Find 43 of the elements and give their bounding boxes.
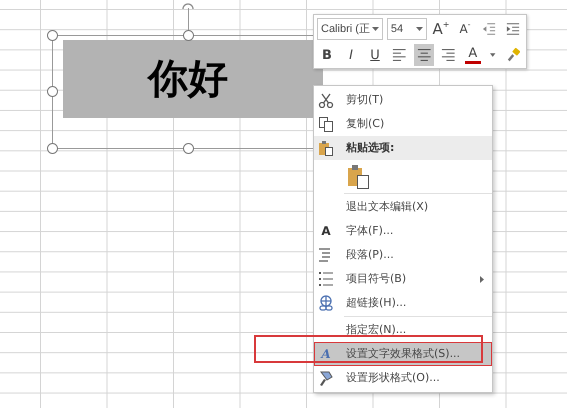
menu-item[interactable]: A 字体(F)... bbox=[314, 219, 492, 243]
resize-handle[interactable] bbox=[47, 143, 58, 154]
indent-icon bbox=[506, 21, 520, 37]
font-icon: A bbox=[321, 222, 331, 240]
dropdown-icon bbox=[490, 53, 496, 57]
grow-font-button[interactable]: A$^{+}$ bbox=[431, 18, 451, 40]
shrink-font-button[interactable]: A$^{-}$ bbox=[455, 18, 475, 40]
dropdown-icon bbox=[372, 27, 379, 31]
font-size-field[interactable]: 54 bbox=[386, 18, 427, 40]
text-shape[interactable]: 你好 bbox=[63, 40, 323, 118]
globe-link-icon bbox=[318, 295, 334, 311]
resize-handle[interactable] bbox=[47, 86, 58, 97]
underline-button[interactable]: U bbox=[365, 44, 385, 66]
menu-item[interactable]: A 设置文字效果格式(S)... bbox=[314, 342, 492, 366]
paintbrush-icon bbox=[506, 47, 520, 63]
paintbrush-icon bbox=[318, 370, 334, 386]
font-name-field[interactable]: Calibri (正 bbox=[317, 18, 383, 40]
menu-item[interactable]: 退出文本编辑(X) bbox=[314, 195, 492, 219]
menu-item[interactable]: 设置形状格式(O)... bbox=[314, 366, 492, 390]
menu-item[interactable]: 段落(P)... bbox=[314, 243, 492, 267]
shape-text: 你好 bbox=[148, 59, 228, 99]
menu-item[interactable]: 项目符号(B) bbox=[314, 267, 492, 291]
resize-handle[interactable] bbox=[183, 143, 194, 154]
align-icon bbox=[441, 47, 456, 63]
italic-button[interactable]: I bbox=[341, 44, 361, 66]
align-icon bbox=[392, 47, 407, 63]
indent-icon bbox=[482, 21, 496, 37]
dropdown-icon bbox=[416, 27, 423, 31]
menu-item[interactable]: 指定宏(N)... bbox=[314, 318, 492, 342]
menu-item[interactable]: 超链接(H)... bbox=[314, 291, 492, 315]
align-button[interactable] bbox=[414, 44, 434, 66]
resize-handle[interactable] bbox=[183, 30, 194, 41]
font-color-button[interactable]: A bbox=[462, 44, 484, 66]
bullet-list-icon bbox=[318, 271, 334, 287]
clipboard-icon bbox=[347, 163, 369, 189]
scissors-icon bbox=[318, 92, 334, 108]
menu-section-header: 粘贴选项: bbox=[346, 140, 394, 156]
font-icon: A bbox=[321, 345, 331, 363]
align-icon bbox=[416, 47, 432, 63]
submenu-arrow-icon bbox=[480, 276, 484, 282]
resize-handle[interactable] bbox=[47, 30, 58, 41]
paste-icon bbox=[318, 140, 334, 156]
copy-icon bbox=[318, 116, 334, 132]
